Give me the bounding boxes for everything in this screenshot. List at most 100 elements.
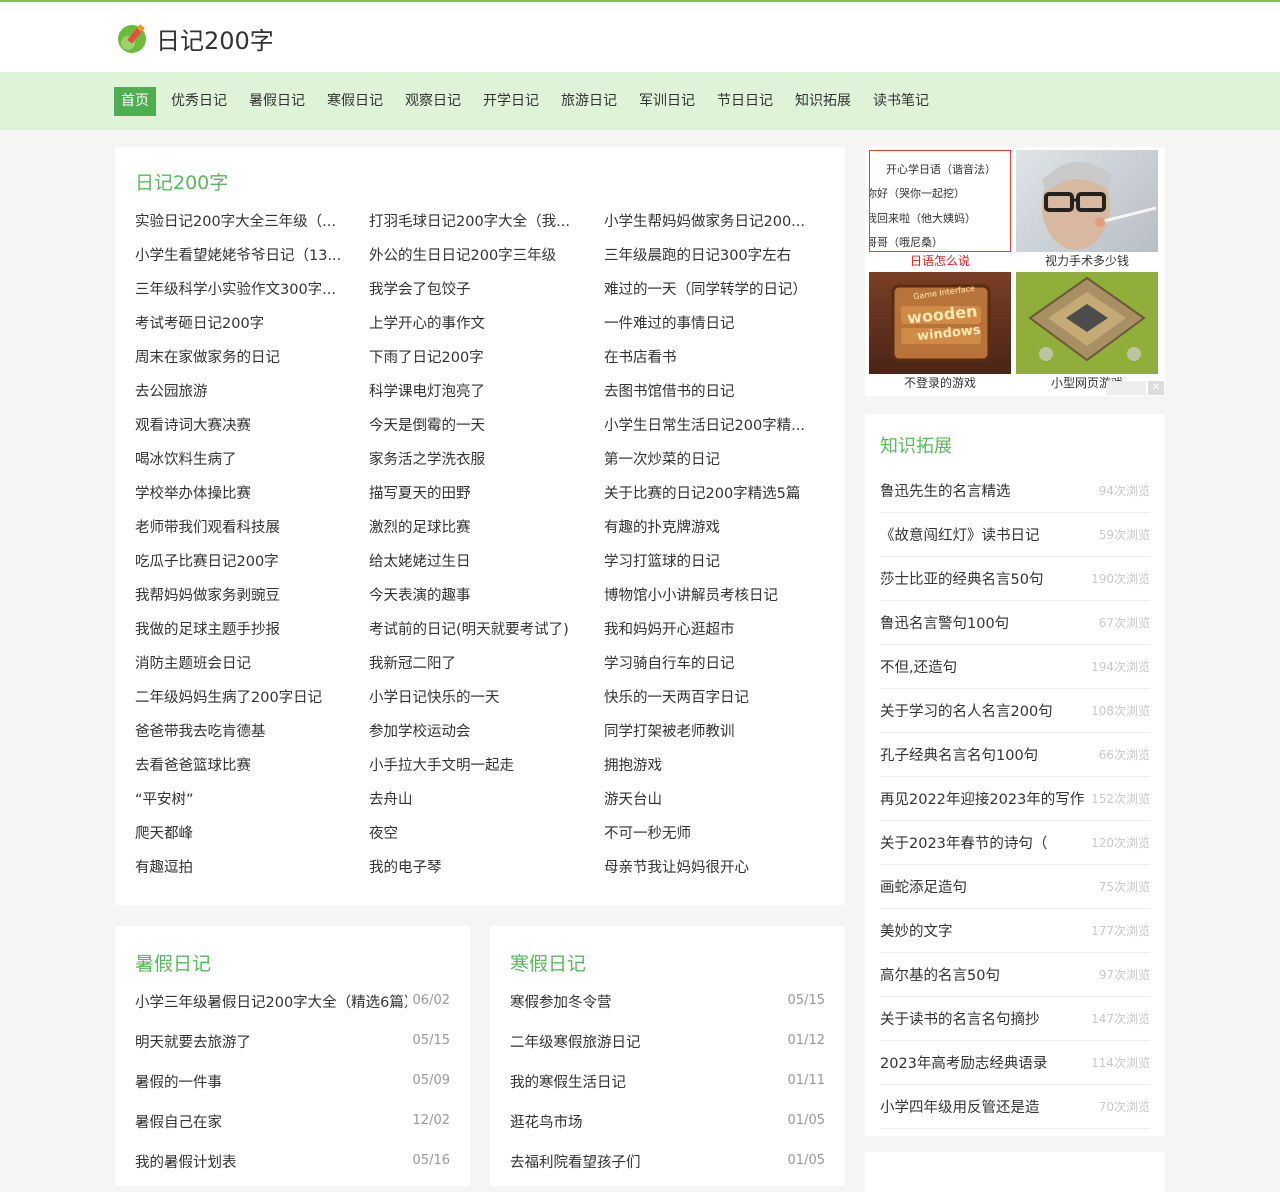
nav-item-school-start[interactable]: 开学日记: [476, 87, 546, 116]
article-link[interactable]: 上学开心的事作文: [369, 312, 584, 333]
article-link[interactable]: 打羽毛球日记200字大全（我...: [369, 210, 584, 231]
ad-caption[interactable]: 不登录的游戏: [868, 374, 1012, 391]
article-link[interactable]: 母亲节我让妈妈很开心: [604, 856, 819, 877]
nav-item-knowledge[interactable]: 知识拓展: [788, 87, 858, 116]
article-link[interactable]: 小学日记快乐的一天: [369, 686, 584, 707]
article-link[interactable]: 激烈的足球比赛: [369, 516, 584, 537]
article-link[interactable]: 小手拉大手文明一起走: [369, 754, 584, 775]
article-link[interactable]: 小学生日常生活日记200字精...: [604, 414, 819, 435]
article-link[interactable]: 消防主题班会日记: [135, 652, 350, 673]
article-link[interactable]: 第一次炒菜的日记: [604, 448, 819, 469]
article-link[interactable]: 科学课电灯泡亮了: [369, 380, 584, 401]
nav-item-reading-notes[interactable]: 读书笔记: [866, 87, 936, 116]
article-link[interactable]: 我的电子琴: [369, 856, 584, 877]
article-link[interactable]: 游天台山: [604, 788, 819, 809]
article-link[interactable]: 二年级妈妈生病了200字日记: [135, 686, 350, 707]
knowledge-item-title[interactable]: 《故意闯红灯》读书日记: [880, 524, 1090, 545]
knowledge-item[interactable]: 2023年高考励志经典语录 114次浏览: [880, 1040, 1150, 1085]
article-title[interactable]: 去福利院看望孩子们: [510, 1151, 782, 1172]
knowledge-item[interactable]: 高尔基的名言50句 97次浏览: [880, 952, 1150, 997]
article-link[interactable]: 去舟山: [369, 788, 584, 809]
winter-list-item[interactable]: 二年级寒假旅游日记 01/12: [510, 1031, 825, 1051]
ad-caption[interactable]: 视力手术多少钱: [1015, 252, 1159, 269]
ad-badge[interactable]: [1106, 381, 1146, 395]
knowledge-item-title[interactable]: 关于学习的名人名言200句: [880, 700, 1090, 721]
summer-list-item[interactable]: 暑假的一件事 05/09: [135, 1071, 450, 1091]
article-link[interactable]: 爬天都峰: [135, 822, 350, 843]
article-title[interactable]: 我的暑假计划表: [135, 1151, 407, 1172]
ad-image-japanese[interactable]: 开心学日语（谐音法） 你好（哭你一起挖） 我回来啦（他大姨妈） 哥哥（哦尼桑）: [869, 150, 1011, 252]
article-link[interactable]: 夜空: [369, 822, 584, 843]
ad-image-eye-surgery[interactable]: [1016, 150, 1158, 252]
article-link[interactable]: 不可一秒无师: [604, 822, 819, 843]
article-title[interactable]: 暑假自己在家: [135, 1111, 407, 1132]
site-logo[interactable]: 日记200字: [116, 20, 274, 56]
knowledge-item[interactable]: 鲁迅先生的名言精选 94次浏览: [880, 468, 1150, 513]
knowledge-item[interactable]: 《故意闯红灯》读书日记 59次浏览: [880, 512, 1150, 557]
ad-image-web-game[interactable]: [1016, 272, 1158, 374]
article-link[interactable]: 学校举办体操比赛: [135, 482, 350, 503]
article-title[interactable]: 小学三年级暑假日记200字大全（精选6篇）: [135, 991, 407, 1012]
article-link[interactable]: 去图书馆借书的日记: [604, 380, 819, 401]
nav-item-winter[interactable]: 寒假日记: [320, 87, 390, 116]
article-link[interactable]: 我帮妈妈做家务剥豌豆: [135, 584, 350, 605]
knowledge-item-title[interactable]: 不但,还造句: [880, 656, 1090, 677]
knowledge-item-title[interactable]: 高尔基的名言50句: [880, 964, 1090, 985]
article-link[interactable]: 学习骑自行车的日记: [604, 652, 819, 673]
article-link[interactable]: 三年级科学小实验作文300字...: [135, 278, 350, 299]
article-link[interactable]: 同学打架被老师教训: [604, 720, 819, 741]
winter-list-item[interactable]: 去福利院看望孩子们 01/05: [510, 1151, 825, 1171]
article-link[interactable]: 在书店看书: [604, 346, 819, 367]
article-link[interactable]: 家务活之学洗衣服: [369, 448, 584, 469]
article-link[interactable]: 我做的足球主题手抄报: [135, 618, 350, 639]
knowledge-item-title[interactable]: 鲁迅名言警句100句: [880, 612, 1090, 633]
main-section-title[interactable]: 日记200字: [135, 168, 228, 195]
winter-section-title[interactable]: 寒假日记: [510, 949, 586, 976]
article-link[interactable]: 考试考砸日记200字: [135, 312, 350, 333]
article-link[interactable]: 爸爸带我去吃肯德基: [135, 720, 350, 741]
article-link[interactable]: 拥抱游戏: [604, 754, 819, 775]
article-title[interactable]: 二年级寒假旅游日记: [510, 1031, 782, 1052]
article-link[interactable]: 关于比赛的日记200字精选5篇: [604, 482, 819, 503]
article-title[interactable]: 逛花鸟市场: [510, 1111, 782, 1132]
article-link[interactable]: 有趣的扑克牌游戏: [604, 516, 819, 537]
knowledge-item-title[interactable]: 再见2022年迎接2023年的写作: [880, 788, 1090, 809]
article-link[interactable]: 三年级晨跑的日记300字左右: [604, 244, 819, 265]
winter-list-item[interactable]: 寒假参加冬令营 05/15: [510, 991, 825, 1011]
nav-item-military[interactable]: 军训日记: [632, 87, 702, 116]
article-link[interactable]: 去看爸爸篮球比赛: [135, 754, 350, 775]
nav-item-home[interactable]: 首页: [114, 87, 156, 116]
summer-list-item[interactable]: 小学三年级暑假日记200字大全（精选6篇） 06/02: [135, 991, 450, 1011]
ad-image-wooden-game[interactable]: Game Interface wooden windows: [869, 272, 1011, 374]
knowledge-item[interactable]: 关于2023年春节的诗句（ 120次浏览: [880, 820, 1150, 865]
knowledge-item-title[interactable]: 鲁迅先生的名言精选: [880, 480, 1090, 501]
ad-close-icon[interactable]: ✕: [1148, 381, 1164, 395]
article-link[interactable]: 我和妈妈开心逛超市: [604, 618, 819, 639]
article-link[interactable]: 描写夏天的田野: [369, 482, 584, 503]
nav-item-travel[interactable]: 旅游日记: [554, 87, 624, 116]
winter-list-item[interactable]: 我的寒假生活日记 01/11: [510, 1071, 825, 1091]
knowledge-item[interactable]: 莎士比亚的经典名言50句 190次浏览: [880, 556, 1150, 601]
article-link[interactable]: 小学生帮妈妈做家务日记200...: [604, 210, 819, 231]
knowledge-item-title[interactable]: 关于2023年春节的诗句（: [880, 832, 1090, 853]
article-link[interactable]: 给太姥姥过生日: [369, 550, 584, 571]
nav-item-festival[interactable]: 节日日记: [710, 87, 780, 116]
knowledge-item[interactable]: 画蛇添足造句 75次浏览: [880, 864, 1150, 909]
article-link[interactable]: 有趣逗拍: [135, 856, 350, 877]
article-link[interactable]: 今天是倒霉的一天: [369, 414, 584, 435]
knowledge-item-title[interactable]: 孔子经典名言名句100句: [880, 744, 1090, 765]
knowledge-item-title[interactable]: 关于读书的名言名句摘抄: [880, 1008, 1090, 1029]
article-link[interactable]: 外公的生日日记200字三年级: [369, 244, 584, 265]
article-title[interactable]: 暑假的一件事: [135, 1071, 407, 1092]
summer-list-item[interactable]: 明天就要去旅游了 05/15: [135, 1031, 450, 1051]
knowledge-section-title[interactable]: 知识拓展: [880, 432, 952, 458]
nav-item-summer[interactable]: 暑假日记: [242, 87, 312, 116]
knowledge-item[interactable]: 再见2022年迎接2023年的写作 152次浏览: [880, 776, 1150, 821]
article-link[interactable]: 小学生看望姥姥爷爷日记（13...: [135, 244, 350, 265]
summer-list-item[interactable]: 我的暑假计划表 05/16: [135, 1151, 450, 1171]
knowledge-item-title[interactable]: 小学四年级用反管还是造: [880, 1096, 1090, 1117]
knowledge-item-title[interactable]: 莎士比亚的经典名言50句: [880, 568, 1090, 589]
article-link[interactable]: 观看诗词大赛决赛: [135, 414, 350, 435]
article-link[interactable]: 今天表演的趣事: [369, 584, 584, 605]
article-link[interactable]: 难过的一天（同学转学的日记）: [604, 278, 819, 299]
